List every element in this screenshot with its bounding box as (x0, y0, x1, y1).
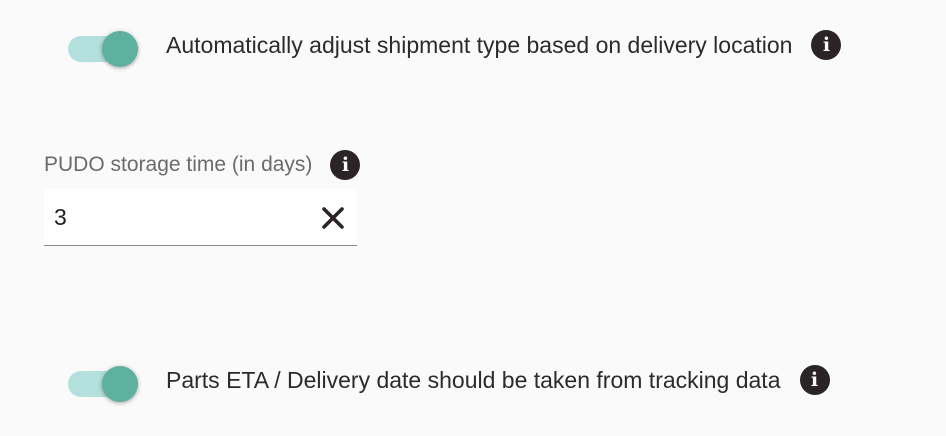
toggle-thumb (102, 366, 138, 402)
close-icon[interactable] (320, 205, 346, 231)
settings-page: Automatically adjust shipment type based… (0, 0, 946, 436)
parts-eta-label: Parts ETA / Delivery date should be take… (166, 366, 781, 393)
auto-adjust-setting-row: Automatically adjust shipment type based… (68, 25, 842, 67)
toggle-thumb (102, 31, 138, 67)
pudo-storage-label: PUDO storage time (in days) (44, 153, 313, 176)
info-icon[interactable]: i (811, 30, 842, 60)
pudo-storage-input[interactable] (54, 199, 304, 235)
pudo-storage-field (44, 189, 357, 246)
parts-eta-setting-row: Parts ETA / Delivery date should be take… (68, 360, 830, 402)
auto-adjust-label: Automatically adjust shipment type based… (166, 31, 793, 58)
info-icon[interactable]: i (799, 365, 830, 395)
info-icon[interactable]: i (330, 150, 361, 180)
auto-adjust-toggle[interactable] (68, 25, 140, 67)
parts-eta-toggle[interactable] (68, 360, 140, 402)
pudo-storage-label-row: PUDO storage time (in days) i (44, 150, 361, 180)
